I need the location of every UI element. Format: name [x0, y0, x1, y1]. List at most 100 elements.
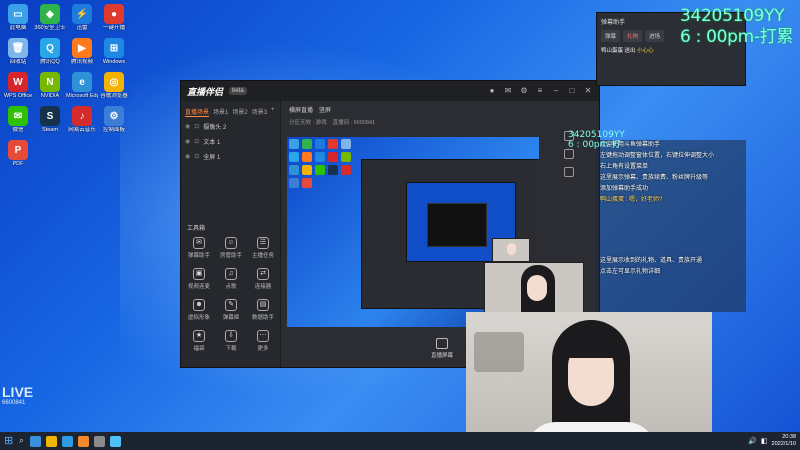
nested-overlay-line-1: 34205109YY	[568, 130, 625, 140]
desktop-icon[interactable]: Q 腾讯QQ	[34, 38, 66, 65]
desktop-icon[interactable]: ◆ 360安全卫士	[34, 4, 66, 31]
toolbox-item[interactable]: ★ 福袋	[183, 330, 215, 352]
toolbox-item[interactable]: ✎ 弹幕姬	[215, 299, 247, 321]
search-icon[interactable]: ⌕	[19, 436, 23, 446]
desktop-icon-label: 此电脑	[9, 25, 27, 31]
taskbar-app-icon[interactable]	[61, 435, 73, 447]
eye-icon[interactable]: ◉	[185, 153, 190, 160]
desktop-icon[interactable]: P PDF	[2, 140, 34, 167]
desktop-icon-label: 一键开播	[102, 25, 125, 31]
app-icon: ▶	[72, 38, 92, 58]
app-logo: 直播伴侣	[187, 86, 224, 97]
desktop-icon[interactable]: ▭ 此电脑	[2, 4, 34, 31]
app-icon: ◎	[104, 72, 124, 92]
desktop-icon[interactable]: ⚙ 控制面板	[98, 106, 130, 133]
toolbox-item[interactable]: ⇄ 连接器	[247, 268, 279, 290]
clock-time: 20:38	[782, 434, 796, 440]
eye-icon[interactable]: ◉	[185, 138, 190, 145]
toolbox-item[interactable]: ♫ 点歌	[215, 268, 247, 290]
tool-icon: ✎	[225, 299, 237, 311]
menu-icon[interactable]: ≡	[535, 86, 545, 96]
scene-tab-1[interactable]: 场景1	[213, 107, 228, 117]
clock[interactable]: 20:38 2022/1/10	[772, 434, 796, 448]
desktop-icon-label: 网易云音乐	[68, 127, 96, 133]
eye-icon[interactable]: ◉	[185, 123, 190, 130]
side-control-icon[interactable]	[564, 167, 574, 177]
stream-overlay-text: 34205109YY 6 : 00pm-打累	[680, 6, 793, 48]
app-icon: N	[40, 72, 60, 92]
message-icon[interactable]: ✉	[503, 86, 513, 96]
watermark-id: 6600841	[2, 400, 26, 406]
desktop-icon[interactable]: ⊞ Windows	[98, 38, 130, 65]
toolbox-item[interactable]: ✉ 弹幕助手	[183, 237, 215, 259]
tool-label: 点歌	[225, 284, 237, 290]
maximize-icon[interactable]: □	[567, 86, 577, 96]
desktop-icon[interactable]: ⚡ 迅雷	[66, 4, 98, 31]
orientation-tabs: 横屏直播 竖屏	[281, 101, 599, 118]
toolbox-item[interactable]: ⋯ 更多	[247, 330, 279, 352]
toolbox-grid: ✉ 弹幕助手 ☺ 房管助手 ☰ 主播任务 ▣ 视频连麦 ♫ 点歌 ⇄ 连接器 ☻ 虚拟形象 ✎ 弹幕姬 ▤ 数据助…	[183, 237, 279, 352]
app-icon: 🗑	[8, 38, 28, 58]
preview-icon	[302, 178, 312, 188]
add-scene-icon[interactable]: +	[271, 107, 275, 117]
close-icon[interactable]: ✕	[583, 86, 593, 96]
toolbox-item[interactable]: ⇩ 下载	[215, 330, 247, 352]
system-tray: 🔊 ◧ 20:38 2022/1/10	[748, 434, 796, 448]
tab-landscape[interactable]: 横屏直播	[289, 105, 313, 114]
taskbar-app-icon[interactable]	[45, 435, 57, 447]
taskbar-app-icon[interactable]	[29, 435, 41, 447]
taskbar-app-icon[interactable]	[77, 435, 89, 447]
source-button-label: 直播屏幕	[431, 353, 454, 359]
danmu-tab[interactable]: 进场	[645, 30, 665, 42]
app-titlebar[interactable]: 直播伴侣 beta ● ✉ ⚙ ≡ – □ ✕	[181, 81, 599, 101]
scene-tab-2[interactable]: 场景2	[232, 107, 247, 117]
nested-overlay-line-2: 6 : 00pm-打	[568, 140, 621, 150]
source-row[interactable]: ◉ ⊡ 摄像头 2	[181, 119, 280, 134]
toolbox-item[interactable]: ▣ 视频连麦	[183, 268, 215, 290]
desktop-icon[interactable]: ▶ 腾讯视频	[66, 38, 98, 65]
chat-line: 点击左可显示礼物详细	[600, 269, 661, 275]
desktop-icon[interactable]: eMicrosoft Edge	[66, 72, 98, 99]
desktop-icon[interactable]: S Steam	[34, 106, 66, 133]
source-row[interactable]: ◉ ⊡ 文本 1	[181, 134, 280, 149]
preview-icon	[302, 152, 312, 162]
desktop-icon[interactable]: ✉ 微信	[2, 106, 34, 133]
desktop-icon[interactable]: ♪ 网易云音乐	[66, 106, 98, 133]
preview-icon	[289, 165, 299, 175]
app-icon: e	[72, 72, 92, 92]
toolbox-item[interactable]: ☺ 房管助手	[215, 237, 247, 259]
side-control-icon[interactable]	[564, 149, 574, 159]
toolbox-item[interactable]: ☻ 虚拟形象	[183, 299, 215, 321]
tool-icon: ☺	[225, 237, 237, 249]
desktop-icon[interactable]: N NVIDIA	[34, 72, 66, 99]
scene-tab-0[interactable]: 直播场景	[185, 107, 210, 117]
desktop-icon[interactable]: W WPS Office	[2, 72, 34, 99]
add-source-button[interactable]: 直播屏幕	[431, 338, 453, 359]
scene-tab-3[interactable]: 场景3	[252, 107, 267, 117]
app-icon: ▭	[8, 4, 28, 24]
danmu-tab[interactable]: 礼物	[623, 30, 643, 42]
preview-icon	[341, 139, 351, 149]
tab-portrait[interactable]: 竖屏	[319, 105, 331, 114]
taskbar-app-icon[interactable]	[109, 435, 121, 447]
source-row[interactable]: ◉ ⊡ 全屏 1	[181, 149, 280, 164]
settings-icon[interactable]: ⚙	[519, 86, 529, 96]
avatar-icon[interactable]: ●	[487, 86, 497, 96]
desktop-icon[interactable]: ● 一键开播	[98, 4, 130, 31]
volume-icon[interactable]: 🔊	[748, 437, 757, 445]
app-icon: Q	[40, 38, 60, 58]
taskbar-app-icon[interactable]	[93, 435, 105, 447]
start-icon[interactable]: ⊞	[4, 435, 13, 447]
danmu-gift: 小心心	[637, 48, 654, 54]
lock-icon[interactable]: ⊡	[194, 138, 199, 145]
toolbox-item[interactable]: ☰ 主播任务	[247, 237, 279, 259]
tool-icon: ⇩	[225, 330, 237, 342]
toolbox-item[interactable]: ▤ 数据助手	[247, 299, 279, 321]
lock-icon[interactable]: ⊡	[194, 123, 199, 130]
desktop-icon[interactable]: 🗑 回收站	[2, 38, 34, 65]
minimize-icon[interactable]: –	[551, 86, 561, 96]
network-icon[interactable]: ◧	[761, 437, 768, 445]
danmu-tab[interactable]: 弹幕	[601, 30, 621, 42]
lock-icon[interactable]: ⊡	[194, 153, 199, 160]
desktop-icon[interactable]: ◎ 谷歌浏览器	[98, 72, 130, 99]
